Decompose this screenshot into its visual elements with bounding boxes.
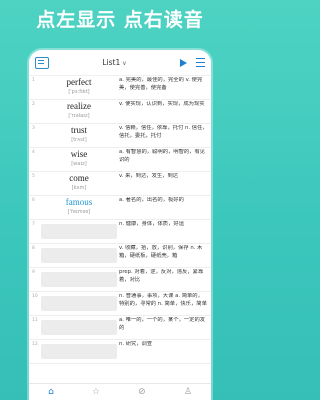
definition-text[interactable]: v. 收藏，拾，放，识别，保存 n. 木箱，硬纸板，硬纸壳，箱 (119, 245, 208, 260)
chevron-down-icon: ∨ (122, 60, 127, 67)
row-number: 7 (32, 222, 35, 227)
word-row[interactable]: 4 wise [waɪz] a. 有智慧的，聪明的，明智的，有见识的 (29, 148, 211, 172)
word-row[interactable]: 1 perfect [ˈpɜːfɪkt] a. 完美的，最佳的，完全的 v. 使完美，… (29, 76, 211, 100)
definition-text[interactable]: v. 来，到达，发生，到达 (119, 173, 208, 181)
row-number: 12 (32, 342, 38, 347)
star-icon[interactable]: ☆ (92, 387, 100, 397)
definition-text[interactable]: n. 普通事，事项，大课 a. 简单的，特别的，寻常的 n. 简单，快乐，简单 (119, 293, 208, 308)
word-text[interactable]: perfect (41, 77, 117, 87)
word-text[interactable]: trust (41, 125, 117, 135)
row-number: 8 (32, 246, 35, 251)
person-icon[interactable]: ♙ (184, 387, 192, 397)
menu-icon[interactable] (196, 58, 205, 67)
row-number: 2 (32, 102, 35, 107)
word-row[interactable]: 8 v. 收藏，拾，放，识别，保存 n. 木箱，硬纸板，硬纸壳，箱 (29, 244, 211, 268)
phonetic-text: [ˈrɪəlaɪz] (68, 113, 90, 119)
word-row[interactable]: 6 famous [ˈfeɪməs] a. 著名的，出名的，极好的 (29, 196, 211, 220)
word-row[interactable]: 11 a. 唯一的，一个的，某个，一定的发的 (29, 316, 211, 340)
definition-text[interactable]: v. 使实现，认识到，实现，成为现实 (119, 101, 208, 109)
phonetic-text: [waɪz] (71, 161, 87, 167)
phonetic-text: [ˈfeɪməs] (67, 209, 91, 215)
word-row[interactable]: 3 trust [trʌst] v. 信赖，信任，依靠，托付 n. 信任，信托，委托，… (29, 124, 211, 148)
word-row[interactable]: 7 n. 健康，身体，体质，好运 (29, 220, 211, 244)
row-number: 4 (32, 150, 35, 155)
bottom-nav: ⌂ ☆ ⊘ ♙ (29, 383, 211, 400)
definition-text[interactable]: a. 完美的，最佳的，完全的 v. 使完美，使完善，使完备 (119, 77, 208, 92)
list-selector[interactable]: List1 ∨ (49, 58, 180, 67)
hidden-word-mask[interactable] (41, 248, 117, 263)
hidden-word-mask[interactable] (41, 224, 117, 239)
row-number: 10 (32, 294, 38, 299)
definition-text[interactable]: a. 著名的，出名的，极好的 (119, 197, 208, 205)
definition-text[interactable]: a. 唯一的，一个的，某个，一定的发的 (119, 317, 208, 332)
row-number: 11 (32, 318, 38, 323)
row-number: 3 (32, 126, 35, 131)
promo-banner: 点左显示 点右读音 (36, 8, 204, 31)
row-number: 5 (32, 174, 35, 179)
book-icon[interactable] (35, 56, 49, 69)
word-row[interactable]: 2 realize [ˈrɪəlaɪz] v. 使实现，认识到，实现，成为现实 (29, 100, 211, 124)
definition-text[interactable]: a. 有智慧的，聪明的，明智的，有见识的 (119, 149, 208, 164)
definition-text[interactable]: n. 研究，调查 (119, 341, 208, 349)
home-icon[interactable]: ⌂ (48, 387, 54, 397)
word-text[interactable]: come (41, 173, 117, 183)
definition-text[interactable]: prep. 对着，逆，反对，违反，紧靠着，对比 (119, 269, 208, 284)
row-number: 6 (32, 198, 35, 203)
hidden-word-mask[interactable] (41, 296, 117, 311)
hidden-word-mask[interactable] (41, 272, 117, 287)
list-title: List1 (102, 58, 121, 67)
phonetic-text: [trʌst] (71, 137, 87, 143)
hidden-word-mask[interactable] (41, 344, 117, 359)
word-text[interactable]: wise (41, 149, 117, 159)
play-icon[interactable] (180, 58, 187, 67)
word-row[interactable]: 12 n. 研究，调查 (29, 340, 211, 364)
word-list: 1 perfect [ˈpɜːfɪkt] a. 完美的，最佳的，完全的 v. 使完美，… (29, 76, 211, 364)
hidden-word-mask[interactable] (41, 320, 117, 335)
definition-text[interactable]: n. 健康，身体，体质，好运 (119, 221, 208, 229)
word-row[interactable]: 5 come [kʌm] v. 来，到达，发生，到达 (29, 172, 211, 196)
block-icon[interactable]: ⊘ (138, 387, 146, 397)
word-text[interactable]: famous (41, 197, 117, 207)
word-row[interactable]: 9 prep. 对着，逆，反对，违反，紧靠着，对比 (29, 268, 211, 292)
row-number: 1 (32, 78, 35, 83)
word-row[interactable]: 10 n. 普通事，事项，大课 a. 简单的，特别的，寻常的 n. 简单，快乐，简… (29, 292, 211, 316)
phonetic-text: [kʌm] (71, 185, 87, 191)
phone-frame: List1 ∨ 1 perfect [ˈpɜːfɪkt] a. 完美的，最佳的，完全的 … (29, 50, 211, 400)
word-text[interactable]: realize (41, 101, 117, 111)
phonetic-text: [ˈpɜːfɪkt] (68, 89, 90, 95)
row-number: 9 (32, 270, 35, 275)
top-toolbar: List1 ∨ (29, 50, 211, 76)
definition-text[interactable]: v. 信赖，信任，依靠，托付 n. 信任，信托，委托，托付 (119, 125, 208, 140)
